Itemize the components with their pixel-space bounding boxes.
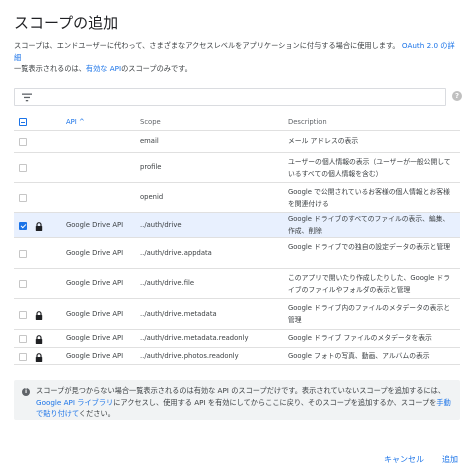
- table-row[interactable]: Google Drive API ../auth/drive.metadata Go…: [14, 299, 460, 330]
- scopes-table: API ^ Scope Description email メール アドレスの表示…: [14, 113, 460, 365]
- row-checkbox[interactable]: [19, 138, 27, 146]
- cell-description: Google ドライブのすべてのファイルの表示、編集、作成、削除: [288, 215, 450, 235]
- info-text-1: スコープが見つからない場合一覧表示されるのは有効な API のスコープだけです。…: [36, 386, 446, 395]
- cell-scope: ../auth/drive.photos.readonly: [140, 352, 239, 360]
- dialog-title: スコープの追加: [14, 14, 119, 32]
- add-scopes-dialog: スコープの追加 スコープは、エンドユーザーに代わって、さまざまなアクセスレベルを…: [0, 0, 474, 476]
- cell-description: Google フォトの写真、動画、アルバムの表示: [288, 352, 430, 360]
- cell-description: Google ドライブでの独自の設定データの表示と管理: [288, 243, 451, 251]
- info-banner: i スコープが見つからない場合一覧表示されるのは有効な API のスコープだけで…: [14, 380, 460, 420]
- cell-scope: email: [140, 137, 159, 145]
- cell-scope: ../auth/drive.metadata: [140, 310, 217, 318]
- cell-api: Google Drive API: [66, 334, 124, 342]
- table-row[interactable]: openid Google で公開されているお客様の個人情報とお客様を関連付ける: [14, 183, 460, 213]
- description-text-1: スコープは、エンドユーザーに代わって、さまざまなアクセスレベルをアプリケーション…: [14, 41, 400, 50]
- row-checkbox[interactable]: [19, 311, 27, 319]
- table-header: API ^ Scope Description: [14, 113, 460, 131]
- enabled-api-link[interactable]: 有効な API: [86, 64, 121, 73]
- filter-input[interactable]: [14, 88, 446, 106]
- google-api-library-link[interactable]: Google API ライブラリ: [36, 398, 113, 407]
- table-row[interactable]: email メール アドレスの表示: [14, 131, 460, 153]
- cell-api: Google Drive API: [66, 221, 124, 229]
- cell-description: Google ドライブ内のファイルのメタデータの表示と管理: [288, 304, 451, 324]
- column-header-description: Description: [288, 118, 327, 126]
- column-header-scope: Scope: [140, 118, 161, 126]
- select-all-checkbox[interactable]: [19, 118, 27, 126]
- table-row[interactable]: Google Drive API ../auth/drive.metadata.r…: [14, 330, 460, 348]
- cell-scope: ../auth/drive: [140, 221, 182, 229]
- row-checkbox[interactable]: [19, 335, 27, 343]
- table-row[interactable]: Google Drive API ../auth/drive.photos.rea…: [14, 348, 460, 365]
- cell-api: Google Drive API: [66, 310, 124, 318]
- help-icon[interactable]: ?: [452, 91, 462, 101]
- dialog-description: スコープは、エンドユーザーに代わって、さまざまなアクセスレベルをアプリケーション…: [14, 40, 460, 75]
- cell-description: メール アドレスの表示: [288, 137, 359, 145]
- table-row[interactable]: Google Drive API ../auth/drive Google ドライブ…: [14, 213, 460, 238]
- table-row[interactable]: profile ユーザーの個人情報の表示（ユーザーが一般公開しているすべての個人情…: [14, 153, 460, 183]
- table-row[interactable]: Google Drive API ../auth/drive.file このアプリで…: [14, 269, 460, 299]
- sort-ascending-icon: ^: [78, 118, 85, 126]
- add-button[interactable]: 追加: [442, 454, 458, 465]
- description-text-2-pre: 一覧表示されるのは、: [14, 64, 86, 73]
- info-icon: i: [22, 388, 30, 396]
- description-text-2-post: のスコープのみです。: [121, 64, 192, 73]
- cell-scope: ../auth/drive.metadata.readonly: [140, 334, 249, 342]
- column-header-api-label: API: [66, 118, 77, 126]
- cell-description: このアプリで開いたり作成したりした、Google ドライブのファイルやフォルダの…: [288, 274, 451, 294]
- row-checkbox[interactable]: [19, 164, 27, 172]
- info-text-3: ください。: [78, 409, 115, 418]
- table-row[interactable]: Google Drive API ../auth/drive.appdata Goo…: [14, 238, 460, 269]
- row-checkbox[interactable]: [19, 280, 27, 288]
- cell-scope: ../auth/drive.file: [140, 279, 195, 287]
- lock-icon: [35, 335, 43, 344]
- cell-scope: profile: [140, 163, 162, 171]
- cell-scope: openid: [140, 193, 164, 201]
- cancel-button[interactable]: キャンセル: [384, 454, 424, 465]
- cell-api: Google Drive API: [66, 249, 124, 257]
- lock-icon: [35, 222, 43, 231]
- row-checkbox[interactable]: [19, 353, 27, 361]
- row-checkbox[interactable]: [19, 194, 27, 202]
- cell-api: Google Drive API: [66, 352, 124, 360]
- lock-icon: [35, 311, 43, 320]
- info-text: スコープが見つからない場合一覧表示されるのは有効な API のスコープだけです。…: [36, 385, 454, 420]
- row-checkbox[interactable]: [19, 222, 27, 230]
- column-header-api[interactable]: API ^: [66, 118, 85, 126]
- cell-description: Google で公開されているお客様の個人情報とお客様を関連付ける: [288, 188, 450, 208]
- cell-description: ユーザーの個人情報の表示（ユーザーが一般公開しているすべての個人情報を含む）: [288, 158, 451, 178]
- info-text-2: にアクセスし、使用する API を有効にしてからここに戻り、そのスコープを追加す…: [113, 397, 437, 407]
- filter-icon: [22, 93, 32, 102]
- cell-scope: ../auth/drive.appdata: [140, 249, 212, 257]
- cell-api: Google Drive API: [66, 279, 124, 287]
- cell-description: Google ドライブ ファイルのメタデータを表示: [288, 334, 432, 342]
- lock-icon: [35, 353, 43, 362]
- row-checkbox[interactable]: [19, 250, 27, 258]
